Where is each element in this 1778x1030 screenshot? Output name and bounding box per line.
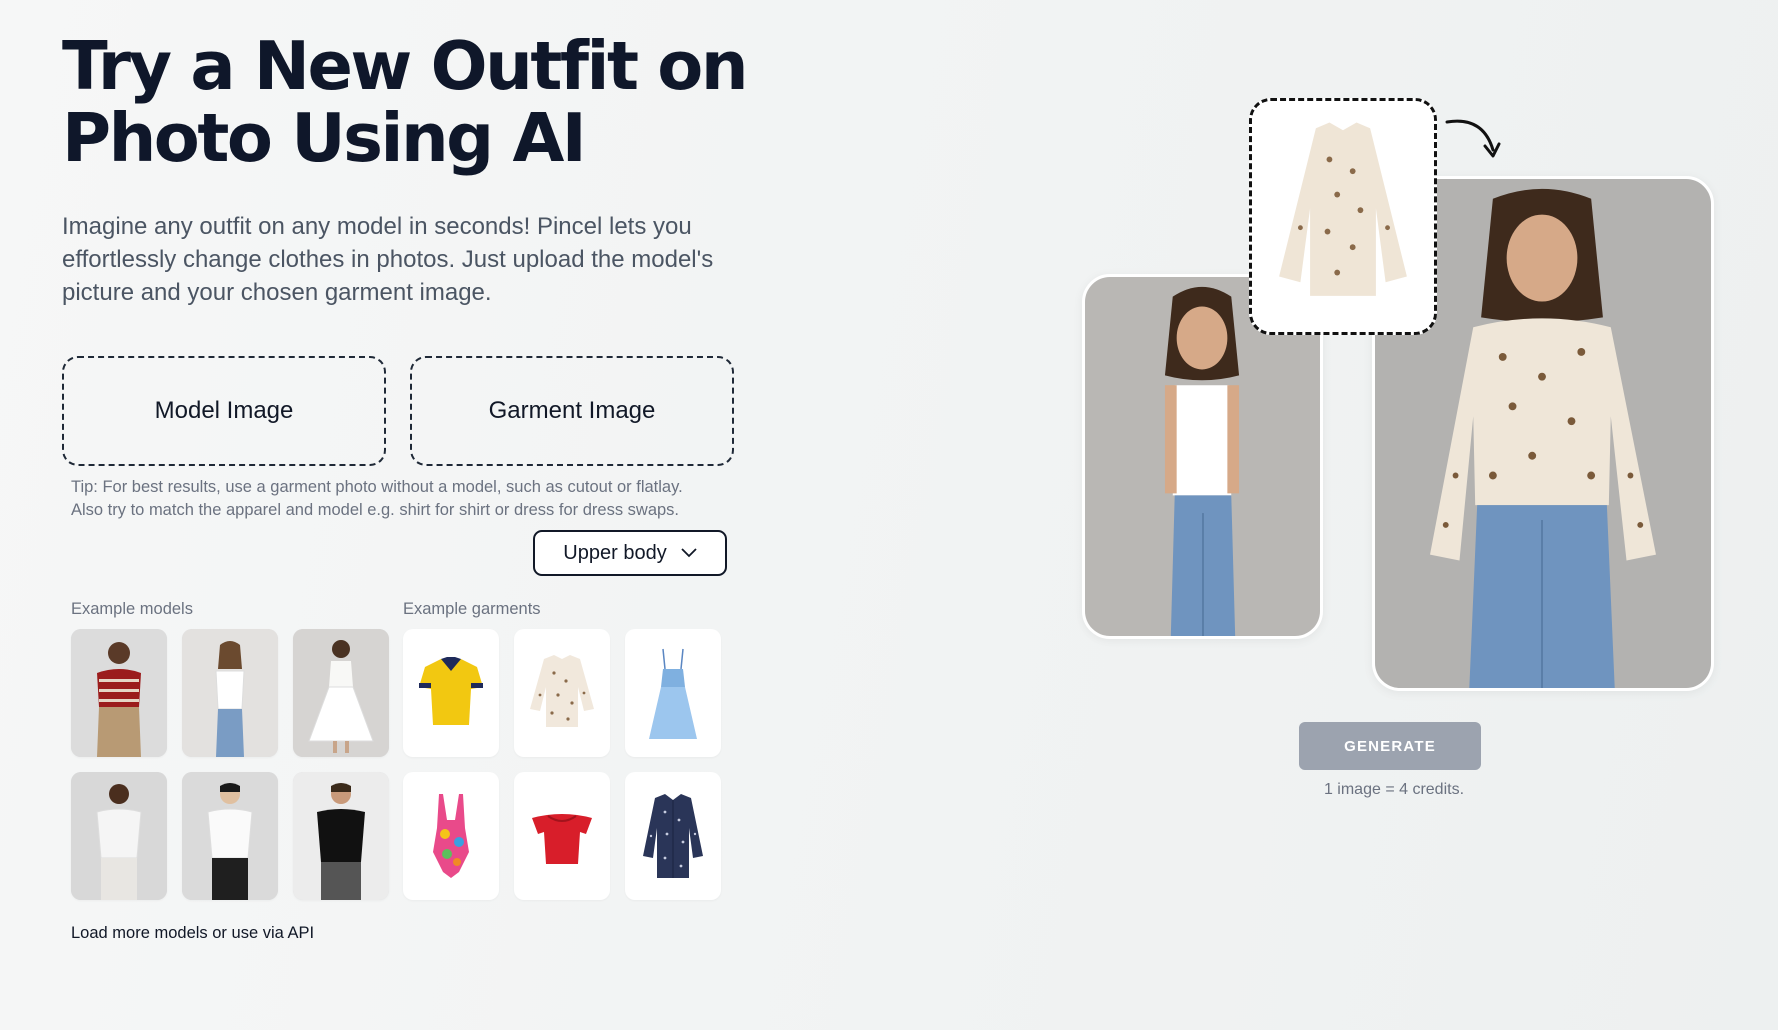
example-garment-thumb[interactable] bbox=[403, 629, 499, 757]
examples-section: Example models Example garments bbox=[71, 600, 762, 900]
input-garment-preview bbox=[1249, 98, 1437, 335]
load-more-separator: or bbox=[207, 924, 232, 942]
garment-image-label: Garment Image bbox=[488, 397, 656, 424]
example-garment-thumb[interactable] bbox=[514, 629, 610, 757]
generate-button[interactable]: GENERATE bbox=[1299, 722, 1481, 770]
curved-arrow-icon bbox=[1445, 119, 1501, 158]
tip-text: Tip: For best results, use a garment pho… bbox=[71, 476, 762, 522]
body-part-select[interactable]: Upper body bbox=[533, 530, 727, 576]
load-more-row: Load more models or use via API bbox=[71, 924, 762, 943]
example-models: Example models bbox=[71, 600, 403, 900]
model-image-label: Model Image bbox=[154, 397, 294, 424]
body-part-select-value: Upper body bbox=[563, 541, 667, 564]
example-garments-label: Example garments bbox=[403, 600, 541, 618]
example-garment-thumb[interactable] bbox=[403, 772, 499, 900]
garment-image-upload[interactable]: Garment Image bbox=[410, 356, 734, 466]
credits-info: 1 image = 4 credits. bbox=[1323, 781, 1465, 798]
upload-row: Model Image Garment Image bbox=[62, 356, 762, 466]
tip-line-1: Tip: For best results, use a garment pho… bbox=[71, 478, 683, 496]
example-model-thumb[interactable] bbox=[182, 772, 278, 900]
example-model-thumb[interactable] bbox=[71, 772, 167, 900]
left-panel: Try a New Outfit on Photo Using AI Imagi… bbox=[62, 30, 762, 943]
title-line-1: Try a New Outfit on bbox=[62, 27, 749, 105]
example-garment-thumb[interactable] bbox=[625, 629, 721, 757]
page-subtitle: Imagine any outfit on any model in secon… bbox=[62, 213, 714, 306]
use-via-api-link[interactable]: use via API bbox=[232, 924, 315, 942]
model-image-upload[interactable]: Model Image bbox=[62, 356, 386, 466]
example-garment-thumb[interactable] bbox=[625, 772, 721, 900]
body-select-wrap: Upper body bbox=[62, 530, 727, 576]
tip-line-2: Also try to match the apparel and model … bbox=[71, 501, 680, 519]
page-title: Try a New Outfit on Photo Using AI bbox=[62, 30, 762, 174]
example-model-thumb[interactable] bbox=[71, 629, 167, 757]
example-garments: Example garments bbox=[403, 600, 721, 900]
example-model-thumb[interactable] bbox=[182, 629, 278, 757]
example-model-thumb[interactable] bbox=[293, 772, 389, 900]
load-more-models-link[interactable]: Load more models bbox=[71, 924, 208, 942]
chevron-down-icon bbox=[681, 548, 697, 558]
example-garment-thumb[interactable] bbox=[514, 772, 610, 900]
example-models-grid bbox=[71, 629, 403, 900]
example-garments-grid bbox=[403, 629, 721, 900]
example-models-label: Example models bbox=[71, 600, 193, 618]
title-line-2: Photo Using AI bbox=[62, 99, 587, 177]
example-model-thumb[interactable] bbox=[293, 629, 389, 757]
